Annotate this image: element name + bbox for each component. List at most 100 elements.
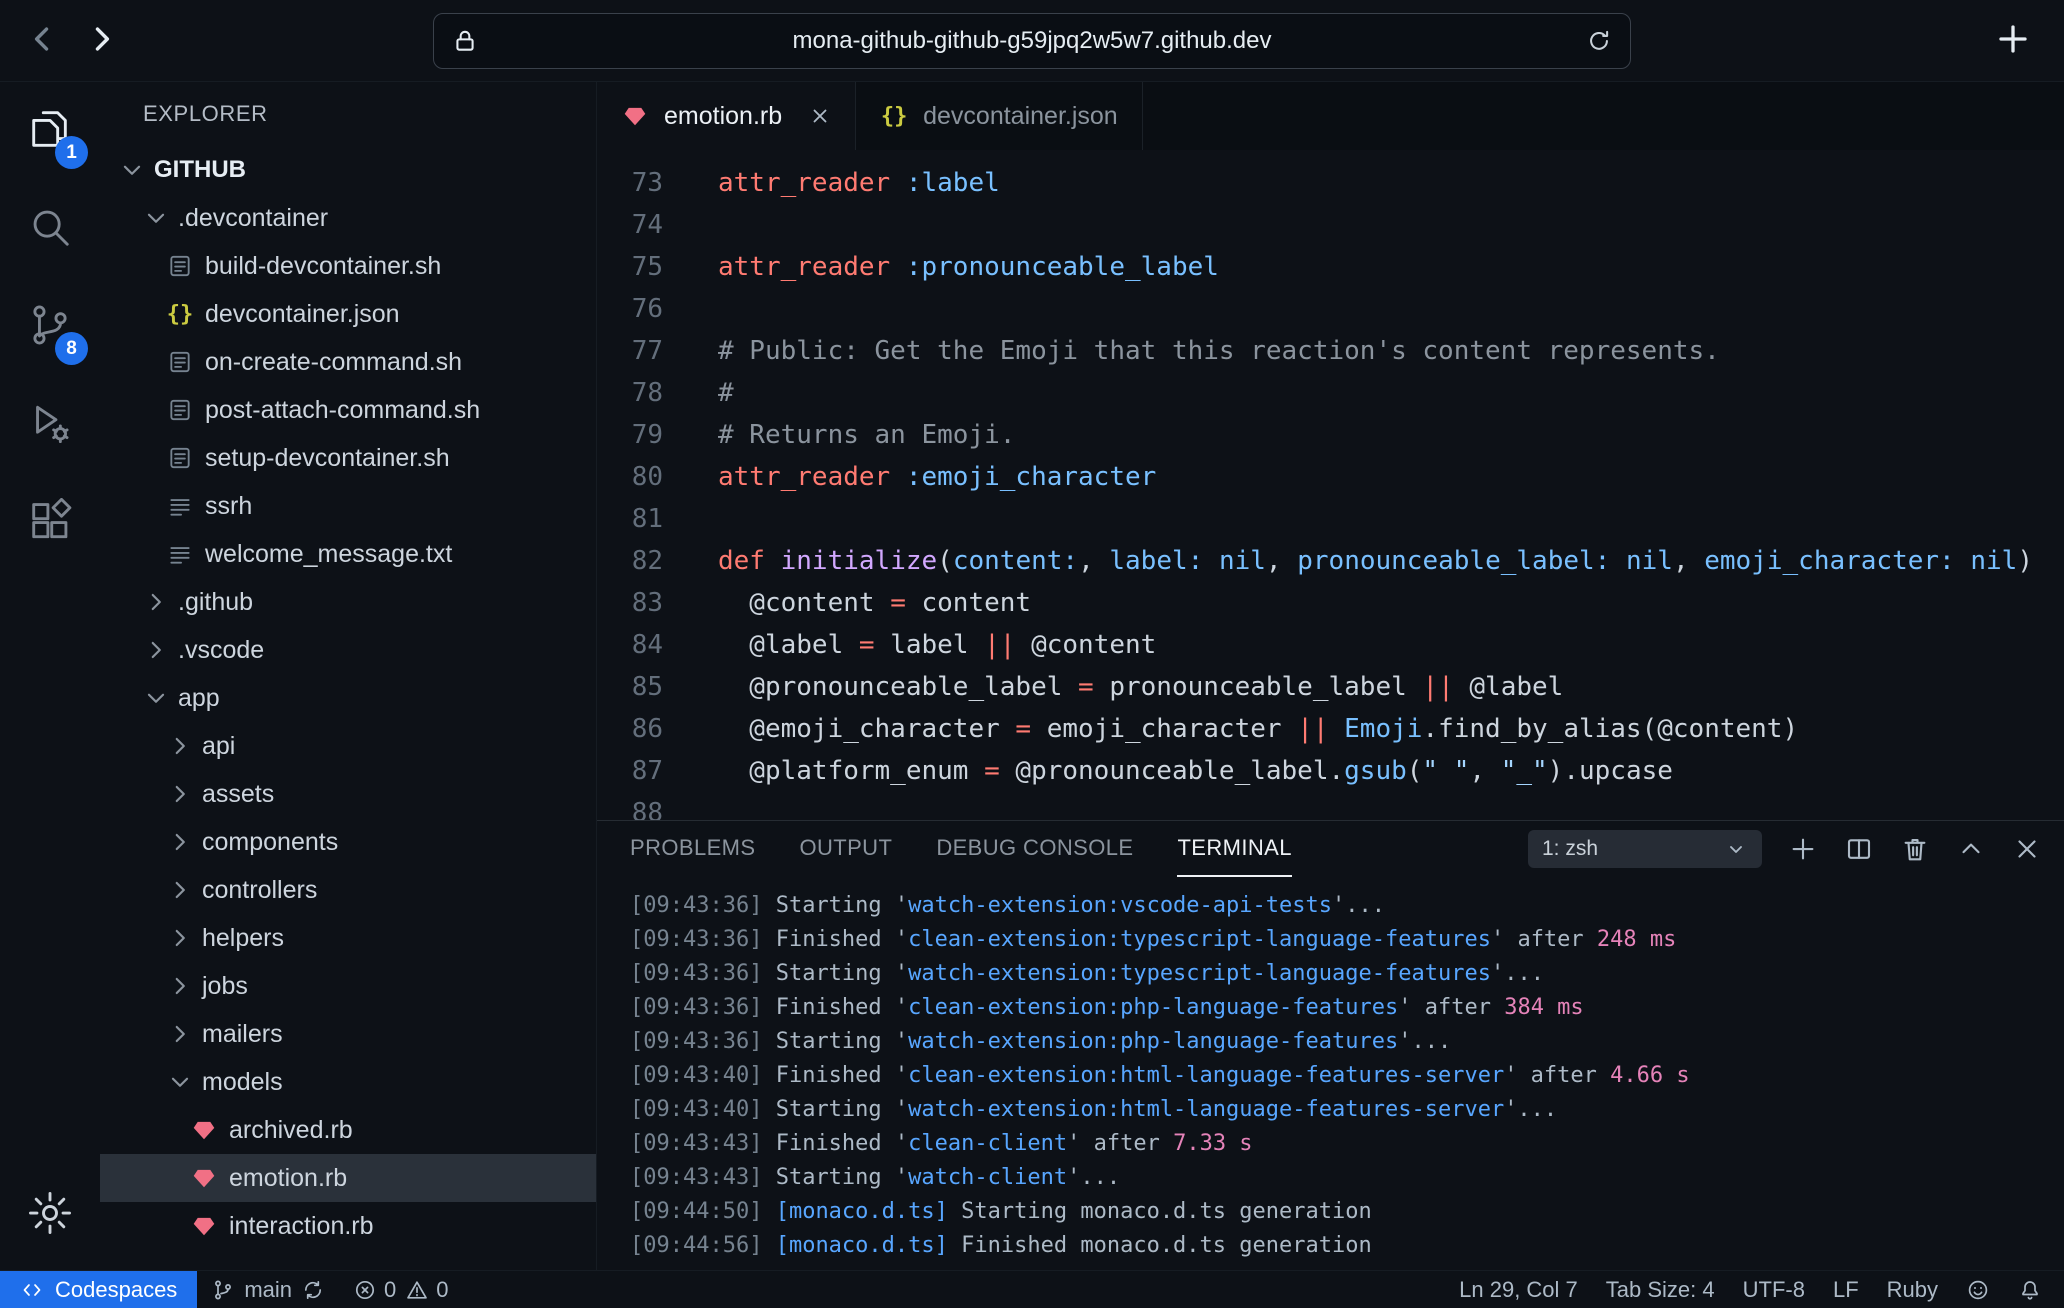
tree-item-mailers[interactable]: mailers [100,1010,596,1058]
tree-item-label: post-attach-command.sh [205,396,480,425]
branch-status[interactable]: main [197,1271,339,1308]
chevron-down-icon [142,204,170,232]
tab-emotion-rb[interactable]: emotion.rb [597,82,856,150]
tree-item-on-create-command-sh[interactable]: on-create-command.sh [100,338,596,386]
line-number: 87 [597,750,663,792]
line-number: 76 [597,288,663,330]
panel-tab-terminal[interactable]: TERMINAL [1177,821,1291,877]
tree-item-vscode[interactable]: .vscode [100,626,596,674]
tree-item-label: mailers [202,1020,283,1049]
tab-devcontainer-json[interactable]: {} devcontainer.json [856,82,1143,150]
maximize-panel-icon[interactable] [1956,834,1986,864]
cursor-position[interactable]: Ln 29, Col 7 [1445,1271,1592,1308]
tree-item-archived-rb[interactable]: archived.rb [100,1106,596,1154]
file-tree: GITHUB.devcontainer build-devcontainer.sh… [100,146,596,1270]
eol-status[interactable]: LF [1819,1271,1873,1308]
feedback-smiley-icon[interactable] [1952,1271,2004,1308]
code-editor[interactable]: 73attr_reader :label7475attr_reader :pro… [597,150,2064,820]
line-number: 85 [597,666,663,708]
panel-tab-problems[interactable]: PROBLEMS [630,821,755,877]
chevron-right-icon [166,1020,194,1048]
new-tab-button[interactable] [1986,14,2040,68]
kill-terminal-icon[interactable] [1900,834,1930,864]
tree-item-assets[interactable]: assets [100,770,596,818]
codespaces-status[interactable]: Codespaces [0,1271,197,1308]
shell-file-icon [166,348,194,376]
tree-item-label: emotion.rb [229,1164,347,1193]
refresh-icon[interactable] [1586,28,1612,54]
tree-item-controllers[interactable]: controllers [100,866,596,914]
tree-item-label: ssrh [205,492,252,521]
encoding-status[interactable]: UTF-8 [1729,1271,1819,1308]
activity-source-control[interactable]: 8 [0,278,100,376]
notifications-bell-icon[interactable] [2004,1271,2056,1308]
line-number: 74 [597,204,663,246]
tree-item-label: welcome_message.txt [205,540,452,569]
tab-label: devcontainer.json [923,102,1118,131]
error-count: 0 [384,1277,396,1303]
terminal-shell-select[interactable]: 1: zsh [1528,830,1762,868]
problems-status[interactable]: 0 0 [339,1271,463,1308]
tree-item-devcontainer-json[interactable]: {}devcontainer.json [100,290,596,338]
activity-search[interactable] [0,180,100,278]
code-text: # [663,372,734,414]
line-number: 77 [597,330,663,372]
error-icon [353,1278,377,1302]
tree-item-ssrh[interactable]: ssrh [100,482,596,530]
code-line-77: 77# Public: Get the Emoji that this reac… [597,330,2064,372]
activity-explorer[interactable]: 1 [0,82,100,180]
text-file-icon [166,492,194,520]
tree-item-emotion-rb[interactable]: emotion.rb [100,1154,596,1202]
tree-item-github[interactable]: GITHUB [100,146,596,194]
browser-forward-button[interactable] [72,12,130,70]
browser-back-button[interactable] [14,12,72,70]
browser-address-bar[interactable]: mona-github-github-g59jpq2w5w7.github.de… [433,13,1631,69]
tree-item-setup-devcontainer-sh[interactable]: setup-devcontainer.sh [100,434,596,482]
code-text: @pronounceable_label = pronounceable_lab… [663,666,1563,708]
tree-item-jobs[interactable]: jobs [100,962,596,1010]
chevron-right-icon [142,588,170,616]
tree-item-build-devcontainer-sh[interactable]: build-devcontainer.sh [100,242,596,290]
terminal-line-7: [09:43:40] Starting 'watch-extension:htm… [630,1093,2064,1127]
code-text: @platform_enum = @pronounceable_label.gs… [663,750,1673,792]
tree-item-label: models [202,1068,283,1097]
tab-size-status[interactable]: Tab Size: 4 [1592,1271,1729,1308]
activity-extensions[interactable] [0,474,100,572]
code-line-74: 74 [597,204,2064,246]
tree-item-label: build-devcontainer.sh [205,252,441,281]
tree-item-models[interactable]: models [100,1058,596,1106]
code-text: # Returns an Emoji. [663,414,1015,456]
chevron-right-icon [166,972,194,1000]
tree-item-interaction-rb[interactable]: interaction.rb [100,1202,596,1250]
tree-item-helpers[interactable]: helpers [100,914,596,962]
tree-item-components[interactable]: components [100,818,596,866]
ruby-file-icon [190,1212,218,1240]
tree-item-github[interactable]: .github [100,578,596,626]
tree-item-welcome-message-txt[interactable]: welcome_message.txt [100,530,596,578]
terminal-line-3: [09:43:36] Starting 'watch-extension:typ… [630,957,2064,991]
panel-tab-output[interactable]: OUTPUT [799,821,892,877]
tree-item-api[interactable]: api [100,722,596,770]
activity-settings[interactable] [0,1176,100,1254]
line-number: 80 [597,456,663,498]
editor-group: emotion.rb {} devcontainer.json 73attr_r… [597,82,2064,1270]
plus-icon [1995,21,2031,60]
ruby-file-icon [190,1164,218,1192]
terminal-output[interactable]: [09:43:36] Starting 'watch-extension:vsc… [597,877,2064,1270]
split-terminal-icon[interactable] [1844,834,1874,864]
close-panel-icon[interactable] [2012,834,2042,864]
activity-run-debug[interactable] [0,376,100,474]
tree-item-devcontainer[interactable]: .devcontainer [100,194,596,242]
new-terminal-icon[interactable] [1788,834,1818,864]
code-line-85: 85 @pronounceable_label = pronounceable_… [597,666,2064,708]
code-line-76: 76 [597,288,2064,330]
tree-item-app[interactable]: app [100,674,596,722]
tree-item-post-attach-command-sh[interactable]: post-attach-command.sh [100,386,596,434]
close-icon[interactable] [809,105,831,127]
tree-item-label: api [202,732,235,761]
line-number: 86 [597,708,663,750]
panel-tab-debug-console[interactable]: DEBUG CONSOLE [936,821,1133,877]
language-mode-status[interactable]: Ruby [1873,1271,1952,1308]
debug-icon [27,400,73,451]
editor-tab-bar: emotion.rb {} devcontainer.json [597,82,2064,150]
